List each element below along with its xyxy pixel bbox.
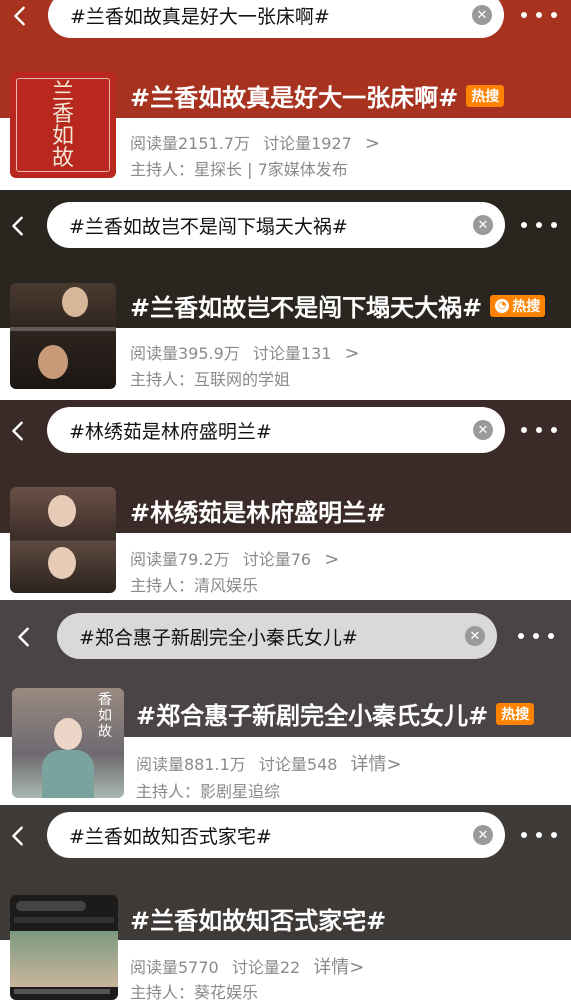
search-query[interactable]: #兰香如故岂不是闯下塌天大祸# bbox=[69, 212, 473, 239]
topic-title-text: #兰香如故知否式家宅# bbox=[130, 907, 387, 935]
read-count: 阅读量5770 bbox=[130, 958, 219, 977]
topic-stats[interactable]: 阅读量79.2万 讨论量76 > bbox=[130, 546, 347, 570]
back-icon[interactable] bbox=[6, 2, 34, 30]
detail-link[interactable]: > bbox=[345, 343, 360, 364]
topic-thumbnail[interactable]: 兰香如故 bbox=[10, 72, 116, 178]
detail-link[interactable]: > bbox=[324, 549, 339, 570]
topic-title-text: #郑合惠子新剧完全小秦氏女儿# bbox=[136, 702, 489, 730]
more-icon[interactable] bbox=[518, 626, 554, 646]
topic-host: 主持人：葵花娱乐 bbox=[130, 983, 259, 1000]
topic-thumbnail[interactable] bbox=[10, 895, 118, 1000]
topic-host: 主持人：清风娱乐 bbox=[130, 576, 259, 595]
topic-title[interactable]: #林绣茹是林府盛明兰# bbox=[130, 493, 386, 528]
discuss-count: 讨论量131 bbox=[252, 344, 332, 363]
clear-icon[interactable]: ✕ bbox=[473, 420, 493, 440]
back-icon[interactable] bbox=[10, 623, 38, 651]
thumbnail-nav bbox=[14, 917, 114, 923]
topic-title-text: #兰香如故真是好大一张床啊# bbox=[130, 84, 459, 112]
topic-title-text: #林绣茹是林府盛明兰# bbox=[130, 499, 387, 527]
topic-host: 主持人：星探长 | 7家媒体发布 bbox=[130, 160, 348, 179]
topic-stats[interactable]: 阅读量2151.7万 讨论量1927 > bbox=[130, 130, 388, 154]
back-icon[interactable] bbox=[4, 417, 32, 445]
thumbnail-calligraphy: 兰香如故 bbox=[51, 80, 74, 171]
discuss-count: 讨论量548 bbox=[258, 755, 338, 774]
more-icon[interactable] bbox=[521, 5, 557, 25]
topic-panel-3: #林绣茹是林府盛明兰# ✕ #林绣茹是林府盛明兰# 阅读量79.2万 讨论量76… bbox=[0, 400, 571, 600]
thumbnail-video bbox=[10, 931, 118, 987]
search-bar[interactable]: #兰香如故知否式家宅# ✕ bbox=[47, 812, 505, 858]
read-count: 阅读量395.9万 bbox=[130, 344, 240, 363]
topic-panel-1: #兰香如故真是好大一张床啊# ✕ 兰香如故 #兰香如故真是好大一张床啊# 热搜 … bbox=[0, 0, 571, 190]
topic-stats[interactable]: 阅读量5770 讨论量22 详情> bbox=[130, 953, 372, 979]
hot-badge-label: 热搜 bbox=[471, 88, 500, 105]
search-bar[interactable]: #郑合惠子新剧完全小秦氏女儿# ✕ bbox=[57, 613, 497, 659]
thumbnail-search-bar bbox=[16, 901, 86, 911]
more-icon[interactable] bbox=[521, 215, 557, 235]
topic-host: 主持人：互联网的学姐 bbox=[130, 370, 291, 389]
thumbnail-figure bbox=[48, 547, 76, 579]
hot-badge: ◔ 热搜 bbox=[490, 294, 546, 317]
clear-icon[interactable]: ✕ bbox=[473, 825, 493, 845]
discuss-count: 讨论量1927 bbox=[263, 134, 352, 153]
detail-link[interactable]: 详情> bbox=[351, 754, 402, 775]
topic-title-text: #兰香如故岂不是闯下塌天大祸# bbox=[130, 294, 483, 322]
topic-title[interactable]: #兰香如故岂不是闯下塌天大祸# ◔ 热搜 bbox=[130, 288, 546, 323]
topic-title[interactable]: #郑合惠子新剧完全小秦氏女儿# 热搜 bbox=[136, 696, 535, 731]
thumbnail-figure bbox=[48, 495, 76, 527]
topic-title[interactable]: #兰香如故知否式家宅# bbox=[130, 901, 386, 936]
thumbnail-figure bbox=[54, 718, 82, 750]
thumbnail-figure bbox=[62, 287, 88, 317]
hot-badge: 热搜 bbox=[496, 702, 535, 725]
topic-panel-2: #兰香如故岂不是闯下塌天大祸# ✕ #兰香如故岂不是闯下塌天大祸# ◔ 热搜 阅读… bbox=[0, 190, 571, 400]
search-query[interactable]: #兰香如故真是好大一张床啊# bbox=[70, 2, 472, 29]
topic-host: 主持人：影剧星追综 bbox=[136, 782, 281, 801]
detail-link[interactable]: > bbox=[365, 133, 380, 154]
topic-thumbnail[interactable]: 香如故 bbox=[12, 688, 124, 798]
discuss-count: 讨论量22 bbox=[231, 958, 301, 977]
thumbnail-caption bbox=[14, 989, 110, 994]
hot-badge-label: 热搜 bbox=[501, 706, 530, 723]
search-query[interactable]: #林绣茹是林府盛明兰# bbox=[69, 417, 473, 444]
back-icon[interactable] bbox=[4, 212, 32, 240]
detail-link[interactable]: 详情> bbox=[313, 957, 364, 978]
search-query[interactable]: #兰香如故知否式家宅# bbox=[69, 822, 473, 849]
discuss-count: 讨论量76 bbox=[242, 550, 312, 569]
read-count: 阅读量79.2万 bbox=[130, 550, 230, 569]
read-count: 阅读量2151.7万 bbox=[130, 134, 250, 153]
search-bar[interactable]: #兰香如故岂不是闯下塌天大祸# ✕ bbox=[47, 202, 505, 248]
back-icon[interactable] bbox=[4, 822, 32, 850]
topic-stats[interactable]: 阅读量395.9万 讨论量131 > bbox=[130, 340, 368, 364]
search-bar[interactable]: #兰香如故真是好大一张床啊# ✕ bbox=[48, 0, 504, 38]
topic-panel-5: #兰香如故知否式家宅# ✕ #兰香如故知否式家宅# 阅读量5770 讨论量22 … bbox=[0, 805, 571, 1000]
search-query[interactable]: #郑合惠子新剧完全小秦氏女儿# bbox=[79, 623, 465, 650]
thumbnail-figure bbox=[38, 345, 68, 379]
topic-stats[interactable]: 阅读量881.1万 讨论量548 详情> bbox=[136, 750, 410, 776]
topic-thumbnail[interactable] bbox=[10, 487, 116, 593]
thumbnail-calligraphy: 香如故 bbox=[98, 692, 112, 740]
search-bar[interactable]: #林绣茹是林府盛明兰# ✕ bbox=[47, 407, 505, 453]
topic-title[interactable]: #兰香如故真是好大一张床啊# 热搜 bbox=[130, 78, 505, 113]
flame-icon: ◔ bbox=[495, 298, 510, 313]
more-icon[interactable] bbox=[521, 825, 557, 845]
clear-icon[interactable]: ✕ bbox=[465, 626, 485, 646]
topic-thumbnail[interactable] bbox=[10, 283, 116, 389]
hot-badge: 热搜 bbox=[466, 84, 505, 107]
read-count: 阅读量881.1万 bbox=[136, 755, 246, 774]
more-icon[interactable] bbox=[521, 420, 557, 440]
clear-icon[interactable]: ✕ bbox=[472, 5, 492, 25]
topic-panel-4: #郑合惠子新剧完全小秦氏女儿# ✕ 香如故 #郑合惠子新剧完全小秦氏女儿# 热搜… bbox=[0, 600, 571, 805]
hot-badge-label: 热搜 bbox=[512, 298, 541, 315]
clear-icon[interactable]: ✕ bbox=[473, 215, 493, 235]
